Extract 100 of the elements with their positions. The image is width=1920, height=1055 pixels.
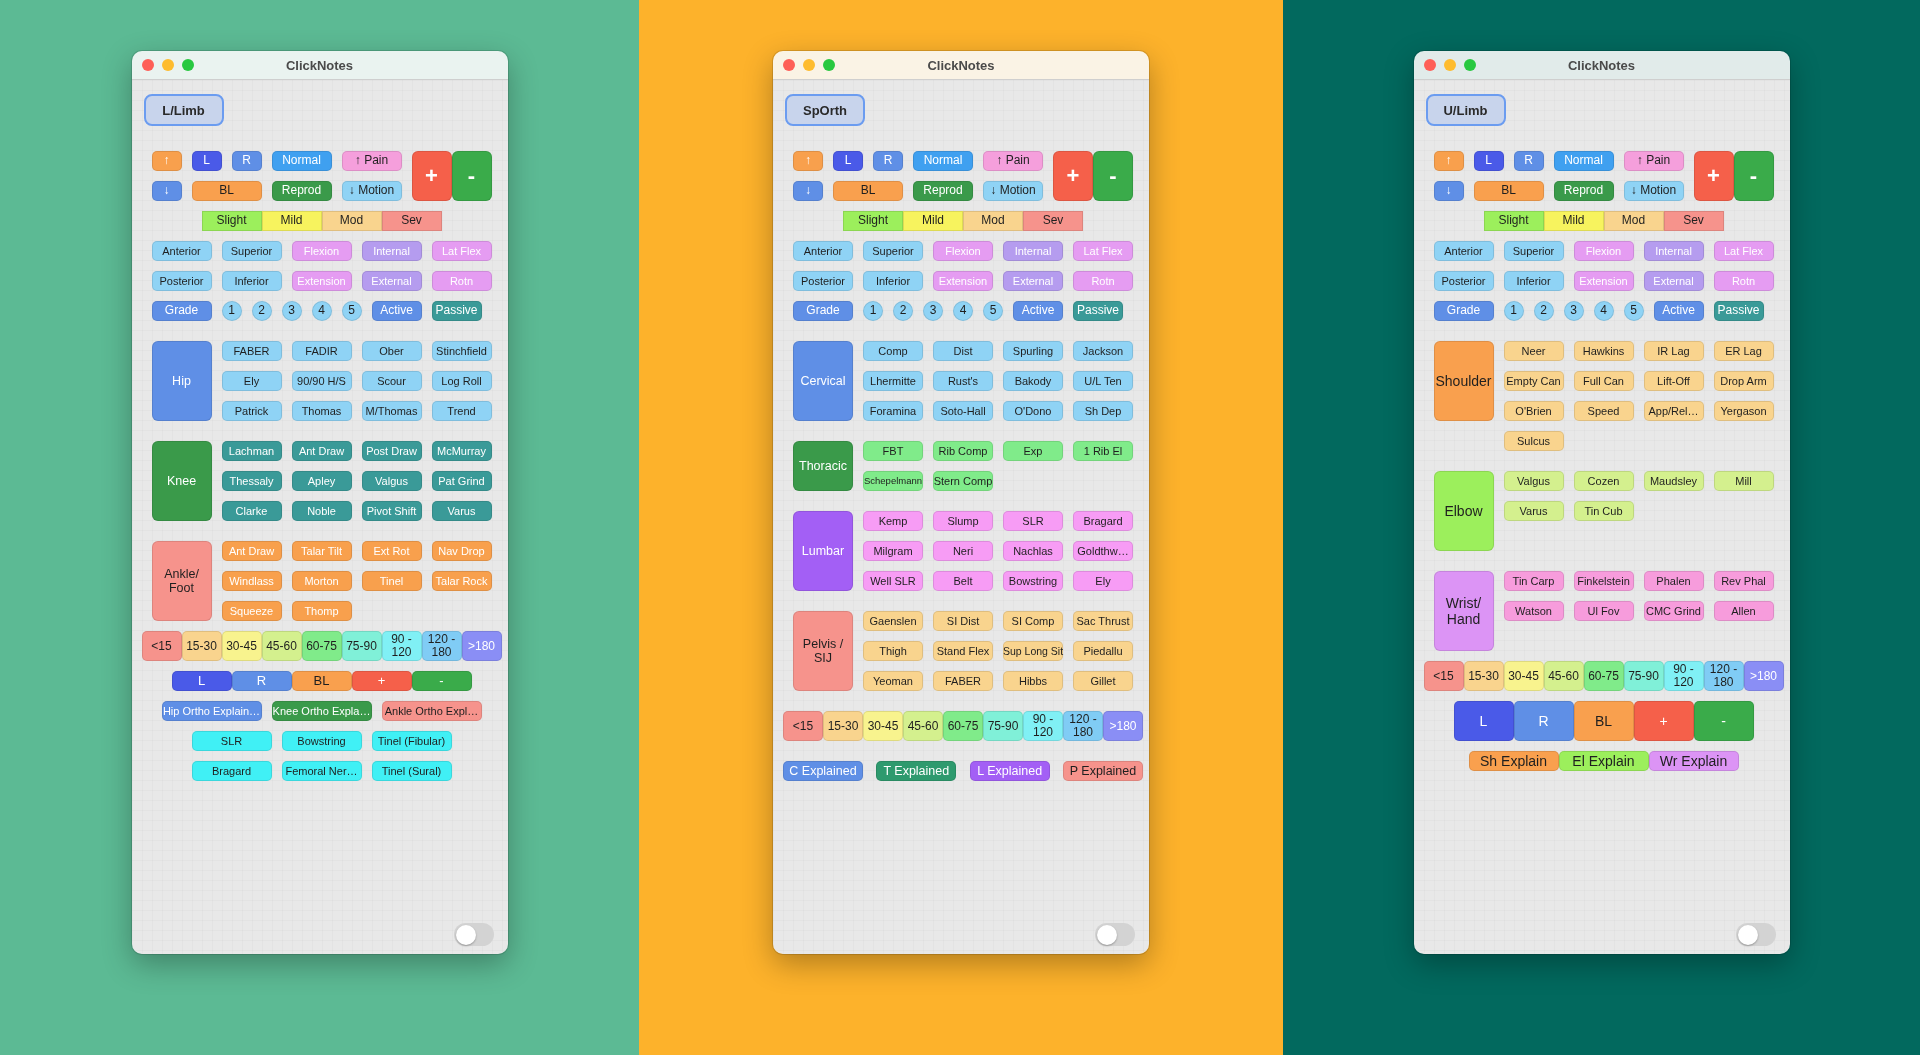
grade-level-button[interactable]: 5 xyxy=(341,301,362,321)
test-button[interactable]: Kemp xyxy=(863,511,923,531)
range-button[interactable]: 90 - 120 xyxy=(1023,711,1063,741)
range-button[interactable]: 120 - 180 xyxy=(1063,711,1103,741)
test-button[interactable]: Empty Can xyxy=(1503,371,1564,391)
severity-button[interactable]: Sev xyxy=(1023,211,1083,231)
explain-button[interactable]: Ankle Ortho Expl… xyxy=(381,701,482,721)
test-button[interactable]: Foramina xyxy=(863,401,923,421)
test-button[interactable]: Dist xyxy=(933,341,993,361)
test-button[interactable]: Soto-Hall xyxy=(933,401,993,421)
test-button[interactable]: Piedallu xyxy=(1073,641,1133,661)
section-button[interactable]: Elbow xyxy=(1433,471,1494,551)
test-button[interactable]: Drop Arm xyxy=(1713,371,1774,391)
test-button[interactable]: Tin Cub xyxy=(1573,501,1634,521)
test-button[interactable]: Gaenslen xyxy=(863,611,923,631)
control-button[interactable]: Reprod xyxy=(1553,181,1614,201)
control-button[interactable]: Reprod xyxy=(913,181,973,201)
test-button[interactable]: Thomas xyxy=(291,401,352,421)
test-button[interactable]: CMC Grind xyxy=(1643,601,1704,621)
mode-button[interactable]: U/Limb xyxy=(1425,94,1506,126)
direction-button[interactable]: Inferior xyxy=(221,271,282,291)
test-button[interactable]: Speed xyxy=(1573,401,1634,421)
maximize-button[interactable] xyxy=(823,59,835,71)
grade-level-button[interactable]: 5 xyxy=(1623,301,1644,321)
test-button[interactable]: Mill xyxy=(1713,471,1774,491)
direction-button[interactable]: Anterior xyxy=(151,241,212,261)
side-button[interactable]: L xyxy=(171,671,232,691)
range-button[interactable]: 60-75 xyxy=(943,711,983,741)
grade-level-button[interactable]: 2 xyxy=(1533,301,1554,321)
minimize-button[interactable] xyxy=(803,59,815,71)
range-button[interactable]: 30-45 xyxy=(221,631,262,661)
test-button[interactable]: Bakody xyxy=(1003,371,1063,391)
mode-button[interactable]: SpOrth xyxy=(785,94,865,126)
control-button[interactable]: L xyxy=(191,151,222,171)
test-button[interactable]: Maudsley xyxy=(1643,471,1704,491)
grade-level-button[interactable]: 1 xyxy=(221,301,242,321)
section-button[interactable]: Pelvis / SIJ xyxy=(793,611,853,691)
nerve-test-button[interactable]: SLR xyxy=(191,731,272,751)
test-button[interactable]: Full Can xyxy=(1573,371,1634,391)
direction-button[interactable]: Posterior xyxy=(793,271,853,291)
range-button[interactable]: <15 xyxy=(141,631,182,661)
test-button[interactable]: Bragard xyxy=(1073,511,1133,531)
test-button[interactable]: Comp xyxy=(863,341,923,361)
grade-level-button[interactable]: 2 xyxy=(893,301,913,321)
range-button[interactable]: 90 - 120 xyxy=(381,631,422,661)
test-button[interactable]: ER Lag xyxy=(1713,341,1774,361)
control-button[interactable]: BL xyxy=(1473,181,1544,201)
nerve-test-button[interactable]: Bragard xyxy=(191,761,272,781)
range-button[interactable]: <15 xyxy=(1423,661,1464,691)
test-button[interactable]: Spurling xyxy=(1003,341,1063,361)
severity-button[interactable]: Mod xyxy=(1603,211,1664,231)
test-button[interactable]: Hibbs xyxy=(1003,671,1063,691)
test-button[interactable]: Tin Carp xyxy=(1503,571,1564,591)
test-button[interactable]: Watson xyxy=(1503,601,1564,621)
nerve-test-button[interactable]: Tinel (Fibular) xyxy=(371,731,452,751)
range-button[interactable]: 15-30 xyxy=(1463,661,1504,691)
explain-button[interactable]: Sh Explain xyxy=(1468,751,1559,771)
control-button[interactable]: ↓ Motion xyxy=(983,181,1043,201)
test-button[interactable]: Phalen xyxy=(1643,571,1704,591)
test-button[interactable]: Lift-Off xyxy=(1643,371,1704,391)
grade-level-button[interactable]: 1 xyxy=(863,301,883,321)
control-button[interactable]: BL xyxy=(191,181,262,201)
toggle-switch[interactable] xyxy=(1735,923,1776,946)
severity-button[interactable]: Mild xyxy=(1543,211,1604,231)
close-button[interactable] xyxy=(1423,59,1436,71)
test-button[interactable]: M/Thomas xyxy=(361,401,422,421)
toggle-switch[interactable] xyxy=(453,923,494,946)
explain-button[interactable]: Wr Explain xyxy=(1648,751,1739,771)
direction-button[interactable]: Posterior xyxy=(1433,271,1494,291)
test-button[interactable]: Trend xyxy=(431,401,492,421)
test-button[interactable]: Stern Comp xyxy=(933,471,993,491)
control-button[interactable]: L xyxy=(1473,151,1504,171)
test-button[interactable]: Log Roll xyxy=(431,371,492,391)
test-button[interactable]: 90/90 H/S xyxy=(291,371,352,391)
severity-button[interactable]: Slight xyxy=(843,211,903,231)
severity-button[interactable]: Mild xyxy=(261,211,322,231)
range-button[interactable]: 15-30 xyxy=(823,711,863,741)
severity-button[interactable]: Slight xyxy=(1483,211,1544,231)
section-button[interactable]: Wrist/ Hand xyxy=(1433,571,1494,651)
severity-button[interactable]: Mild xyxy=(903,211,963,231)
direction-button[interactable]: Superior xyxy=(1503,241,1564,261)
range-button[interactable]: 45-60 xyxy=(261,631,302,661)
test-button[interactable]: Varus xyxy=(1503,501,1564,521)
test-button[interactable]: O'Dono xyxy=(1003,401,1063,421)
close-button[interactable] xyxy=(783,59,795,71)
range-button[interactable]: 75-90 xyxy=(1623,661,1664,691)
range-button[interactable]: 30-45 xyxy=(1503,661,1544,691)
test-button[interactable]: SLR xyxy=(1003,511,1063,531)
test-button[interactable]: Exp xyxy=(1003,441,1063,461)
nerve-test-button[interactable]: Tinel (Sural) xyxy=(371,761,452,781)
section-button[interactable]: Knee xyxy=(151,441,212,521)
range-button[interactable]: 75-90 xyxy=(341,631,382,661)
control-button[interactable]: ↓ Motion xyxy=(1623,181,1684,201)
test-button[interactable]: Nachlas xyxy=(1003,541,1063,561)
side-button[interactable]: BL xyxy=(291,671,352,691)
test-button[interactable]: Well SLR xyxy=(863,571,923,591)
direction-button[interactable]: Anterior xyxy=(793,241,853,261)
explain-button[interactable]: Knee Ortho Expla… xyxy=(271,701,372,721)
control-button[interactable]: ↑ Pain xyxy=(1623,151,1684,171)
section-button[interactable]: Ankle/ Foot xyxy=(151,541,212,621)
